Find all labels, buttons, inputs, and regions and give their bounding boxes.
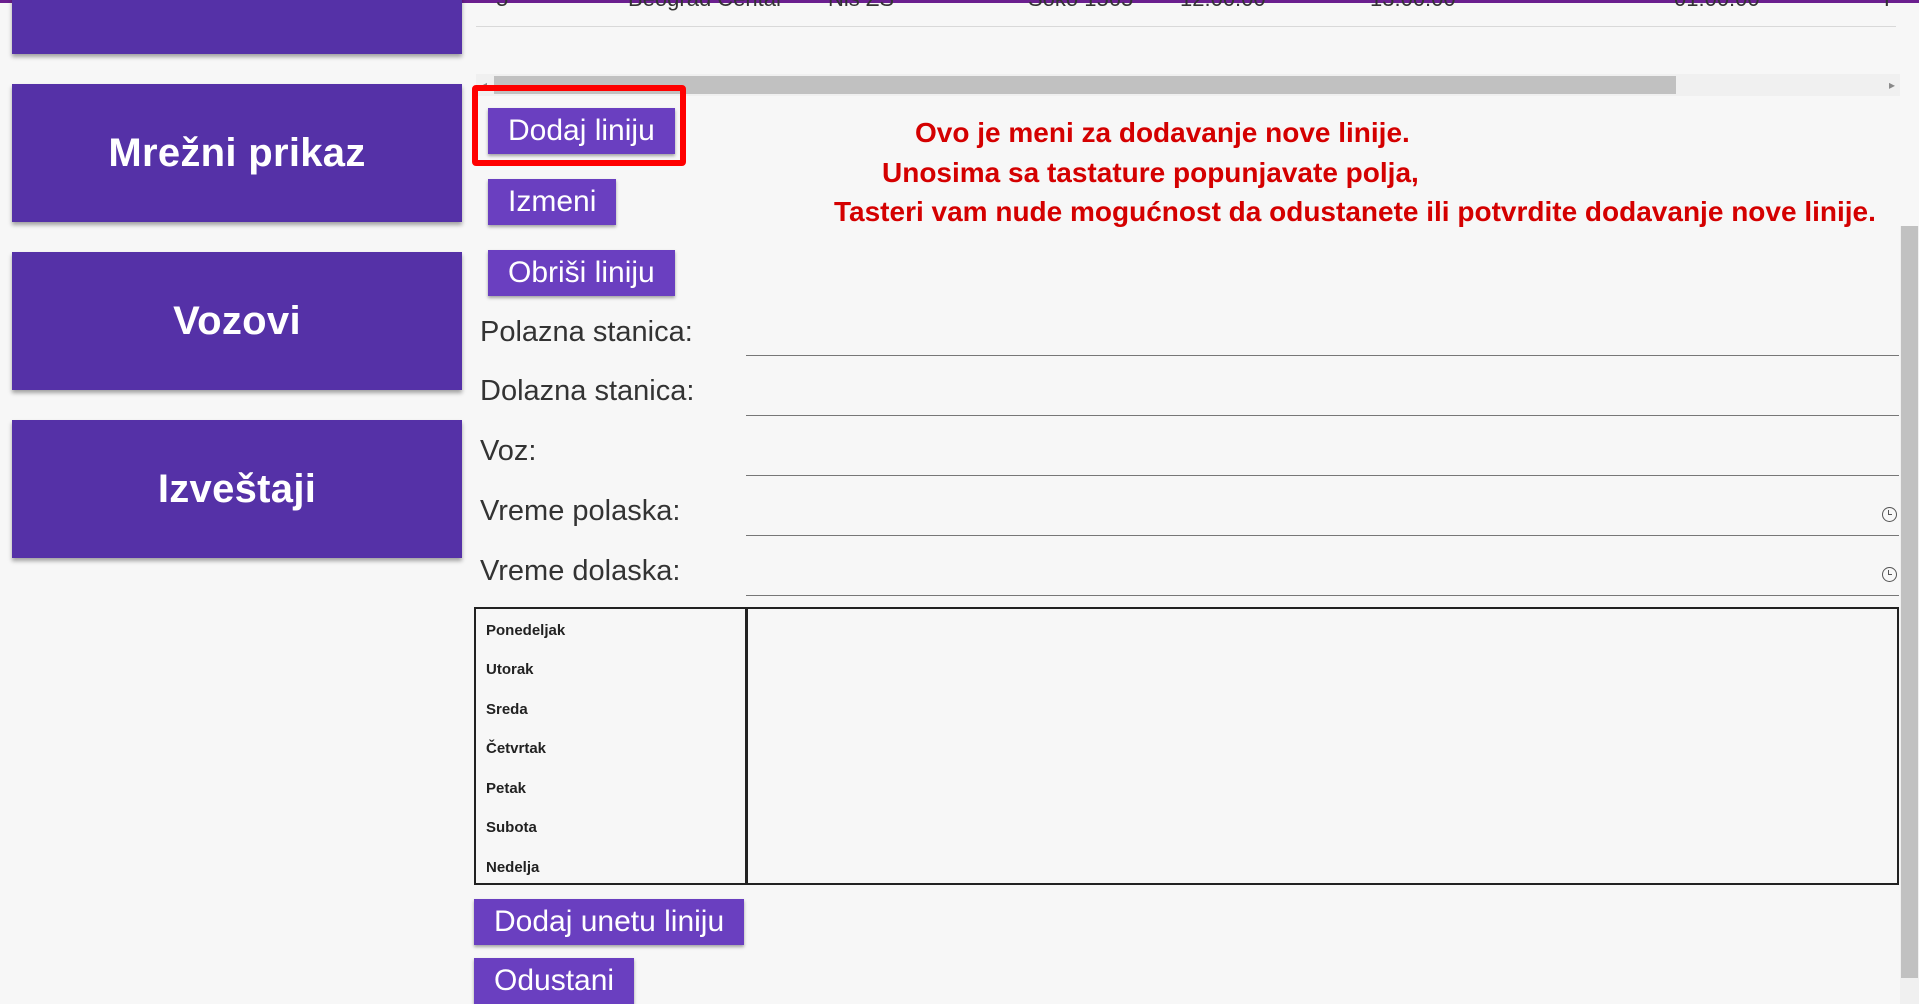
clock-icon[interactable] (1882, 567, 1897, 582)
sidebar-item-trains[interactable]: Vozovi (12, 252, 462, 390)
departure-station-label: Polazna stanica: (480, 316, 693, 348)
list-item-day[interactable]: Nedelja (486, 859, 539, 876)
vertical-scrollbar[interactable] (1900, 226, 1919, 1004)
sidebar-item-partial[interactable] (12, 0, 462, 54)
table-cell-departure-station: Beograd Centar (628, 0, 783, 12)
table-cell-days: P (1884, 0, 1896, 12)
scrollbar-thumb[interactable] (1901, 226, 1918, 978)
table-row[interactable]: 5 Beograd Centar Niš ZS Soko 1565 12:00:… (476, 0, 1896, 27)
departure-station-input[interactable] (746, 311, 1899, 356)
table-cell-duration: 01:00:00 (1674, 0, 1760, 12)
delete-line-button[interactable]: Obriši liniju (488, 250, 675, 296)
list-item-day[interactable]: Četvrtak (486, 740, 546, 757)
departure-time-label: Vreme polaska: (480, 495, 681, 527)
sidebar-item-label: Vozovi (173, 298, 301, 343)
departure-time-input[interactable] (746, 491, 1899, 536)
horizontal-scrollbar[interactable]: ◂ ▸ (476, 74, 1900, 96)
scroll-right-arrow-icon[interactable]: ▸ (1884, 76, 1900, 94)
table-cell-arrival-station: Niš ZS (828, 0, 894, 12)
table-cell-departure-time: 12:00:00 (1180, 0, 1266, 12)
annotation-line-1: Ovo je meni za dodavanje nove linije. (915, 117, 1410, 148)
confirm-add-line-button[interactable]: Dodaj unetu liniju (474, 899, 745, 945)
arrival-station-label: Dolazna stanica: (480, 375, 695, 407)
clock-icon[interactable] (1882, 507, 1897, 522)
list-item-day[interactable]: Utorak (486, 661, 534, 678)
arrival-time-input[interactable] (746, 551, 1899, 596)
sidebar-item-label: Mrežni prikaz (108, 130, 366, 175)
selected-days-list[interactable] (746, 607, 1899, 885)
annotation-line-3: Tasteri vam nude mogućnost da odustanete… (834, 196, 1876, 227)
list-item-day[interactable]: Subota (486, 819, 537, 836)
sidebar-item-reports[interactable]: Izveštaji (12, 420, 462, 558)
edit-button[interactable]: Izmeni (488, 179, 617, 225)
annotation-line-2: Unosima sa tastature popunjavate polja, (882, 157, 1419, 188)
arrival-time-label: Vreme dolaska: (480, 555, 681, 587)
table-cell-arrival-time: 13:00:00 (1370, 0, 1456, 12)
train-label: Voz: (480, 435, 537, 467)
list-item-day[interactable]: Ponedeljak (486, 622, 565, 639)
sidebar-item-label: Izveštaji (157, 466, 317, 511)
train-input[interactable] (746, 431, 1899, 476)
highlight-frame (472, 85, 686, 166)
arrival-station-input[interactable] (746, 371, 1899, 416)
list-item-day[interactable]: Petak (486, 780, 526, 797)
cancel-button[interactable]: Odustani (474, 958, 635, 1004)
table-cell-id: 5 (496, 0, 508, 12)
list-item-day[interactable]: Sreda (486, 701, 528, 718)
days-list[interactable]: Ponedeljak Utorak Sreda Četvrtak Petak S… (474, 607, 747, 885)
table-cell-train: Soko 1565 (1028, 0, 1133, 12)
sidebar-item-network-view[interactable]: Mrežni prikaz (12, 84, 462, 222)
